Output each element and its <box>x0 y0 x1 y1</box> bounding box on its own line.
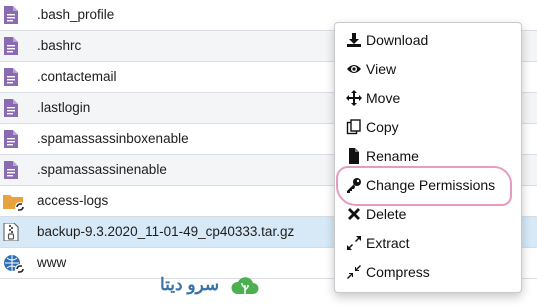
compress-icon <box>346 264 362 280</box>
menu-item-delete[interactable]: Delete <box>335 201 521 227</box>
file-name: www <box>37 255 67 270</box>
menu-item-copy[interactable]: Copy <box>335 114 521 140</box>
menu-label: Download <box>366 32 429 48</box>
file-name: .bashrc <box>37 38 82 53</box>
menu-label: Rename <box>366 148 419 164</box>
move-arrows-icon <box>346 90 362 106</box>
menu-item-rename[interactable]: Rename <box>335 143 521 169</box>
file-name: .lastlogin <box>37 100 91 115</box>
watermark: سرو دیتا <box>160 272 270 302</box>
menu-label: Copy <box>366 119 399 135</box>
menu-label: View <box>366 61 397 77</box>
file-name: access-logs <box>37 193 109 208</box>
context-menu: Download View Move Copy Rename Change Pe… <box>334 22 522 293</box>
menu-item-download[interactable]: Download <box>335 27 521 53</box>
x-icon <box>346 206 362 222</box>
file-name: .spamassassinenable <box>37 162 167 177</box>
watermark-text: سرو دیتا <box>160 275 220 294</box>
file-name: backup-9.3.2020_11-01-49_cp40333.tar.gz <box>37 224 295 239</box>
key-icon <box>346 177 362 193</box>
menu-label: Move <box>366 90 401 106</box>
expand-icon <box>346 235 362 251</box>
cloud-logo-icon <box>230 272 260 300</box>
menu-item-view[interactable]: View <box>335 56 521 82</box>
document-icon <box>3 99 21 117</box>
menu-label: Compress <box>366 264 430 280</box>
download-icon <box>346 32 362 48</box>
document-icon <box>3 161 21 179</box>
folder-link-icon <box>3 192 25 212</box>
file-name: .contactemail <box>37 69 117 84</box>
document-icon <box>3 37 21 55</box>
menu-item-extract[interactable]: Extract <box>335 230 521 256</box>
menu-item-compress[interactable]: Compress <box>335 259 521 285</box>
document-icon <box>3 6 21 24</box>
file-name: .bash_profile <box>37 7 115 22</box>
menu-label: Delete <box>366 206 407 222</box>
menu-item-move[interactable]: Move <box>335 85 521 111</box>
document-icon <box>3 130 21 148</box>
eye-icon <box>346 61 362 77</box>
globe-link-icon <box>3 254 25 274</box>
menu-label: Extract <box>366 235 410 251</box>
file-icon <box>346 148 362 164</box>
file-name: .spamassassinboxenable <box>37 131 189 146</box>
document-icon <box>3 68 21 86</box>
menu-label: Change Permissions <box>366 177 496 193</box>
menu-item-change-permissions[interactable]: Change Permissions <box>335 172 521 198</box>
copy-icon <box>346 119 362 135</box>
archive-icon <box>3 222 21 242</box>
